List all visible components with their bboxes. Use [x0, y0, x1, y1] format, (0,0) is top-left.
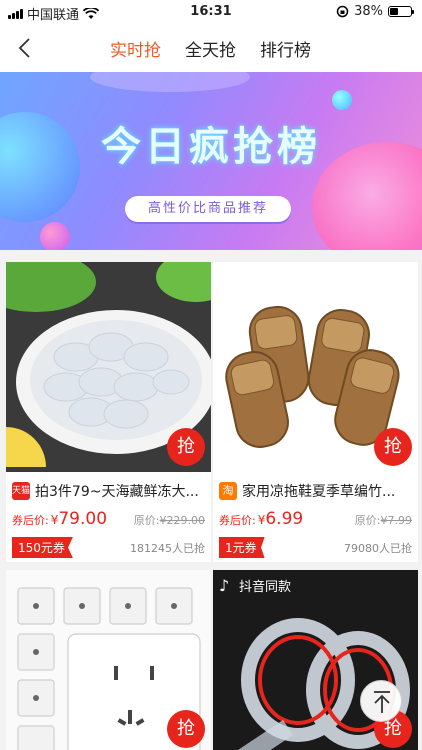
- chevron-left-icon: [18, 38, 30, 58]
- tiktok-icon: ♪: [219, 576, 230, 595]
- taobao-icon: 淘: [219, 482, 237, 500]
- original-price: 原价:¥7.99: [354, 514, 412, 527]
- battery-icon: [388, 6, 414, 17]
- battery-info: 38%: [336, 4, 414, 19]
- meta-row: 150元券 181245人已抢: [12, 537, 205, 558]
- rotation-lock-icon: [336, 5, 349, 18]
- tab-allday[interactable]: 全天抢: [185, 36, 236, 61]
- product-title-text: 家用凉拖鞋夏季草编竹...: [242, 484, 396, 500]
- coupon-price-label: 券后价:: [219, 514, 256, 527]
- tmall-icon: 天猫: [12, 482, 30, 500]
- promo-banner[interactable]: 今日疯抢榜 高性价比商品推荐: [0, 72, 422, 250]
- original-price: 原价:¥229.00: [133, 514, 205, 527]
- status-bar: 中国联通 16:31 38%: [0, 0, 422, 24]
- tab-ranking[interactable]: 排行榜: [260, 36, 311, 61]
- price-row: 券后价: ¥ 79.00 原价:¥229.00: [12, 509, 205, 529]
- douyin-tag: 抖音同款: [239, 580, 292, 595]
- price-row: 券后价: ¥ 6.99 原价:¥7.99: [219, 509, 412, 529]
- currency-symbol: ¥: [257, 513, 266, 527]
- grab-button[interactable]: 抢: [167, 710, 205, 748]
- tab-realtime[interactable]: 实时抢: [110, 36, 161, 61]
- product-title[interactable]: 淘 家用凉拖鞋夏季草编竹...: [219, 481, 412, 501]
- coupon-price: 6.99: [265, 509, 304, 529]
- tab-bar: 实时抢 全天抢 排行榜: [110, 36, 311, 61]
- back-button[interactable]: [14, 36, 38, 60]
- battery-percent: 38%: [354, 4, 383, 19]
- product-card[interactable]: 抢 淘 家用凉拖鞋夏季草编竹... 券后价: ¥ 6.99 原价:¥7.99 1…: [213, 262, 418, 562]
- coupon-price-label: 券后价:: [12, 514, 49, 527]
- coupon-badge[interactable]: 1元券: [219, 537, 265, 558]
- grab-button[interactable]: 抢: [374, 428, 412, 466]
- product-image-switches[interactable]: 抢: [6, 570, 211, 750]
- product-card[interactable]: 抢: [6, 570, 211, 750]
- product-title-text: 拍3件79~天海藏鲜冻大...: [35, 484, 199, 500]
- grab-button[interactable]: 抢: [167, 428, 205, 466]
- banner-title: 今日疯抢榜: [101, 124, 321, 170]
- product-image-slippers[interactable]: 抢: [213, 262, 418, 472]
- meta-row: 1元券 79080人已抢: [219, 537, 412, 558]
- product-card[interactable]: 抢 天猫 拍3件79~天海藏鲜冻大... 券后价: ¥ 79.00 原价:¥22…: [6, 262, 211, 562]
- product-image-tape[interactable]: ♪ 抖音同款 抢: [213, 570, 418, 750]
- product-title[interactable]: 天猫 拍3件79~天海藏鲜冻大...: [12, 481, 205, 501]
- currency-symbol: ¥: [50, 513, 59, 527]
- coupon-price: 79.00: [58, 509, 108, 529]
- sold-count: 79080人已抢: [344, 541, 412, 555]
- product-card[interactable]: ♪ 抖音同款 抢: [213, 570, 418, 750]
- arrow-up-icon: [374, 691, 390, 713]
- product-image-shrimp[interactable]: 抢: [6, 262, 211, 472]
- nav-bar: 实时抢 全天抢 排行榜: [0, 24, 422, 72]
- banner-subtitle: 高性价比商品推荐: [125, 196, 291, 222]
- scroll-to-top-button[interactable]: [360, 680, 402, 722]
- sold-count: 181245人已抢: [130, 541, 205, 555]
- coupon-badge[interactable]: 150元券: [12, 537, 73, 558]
